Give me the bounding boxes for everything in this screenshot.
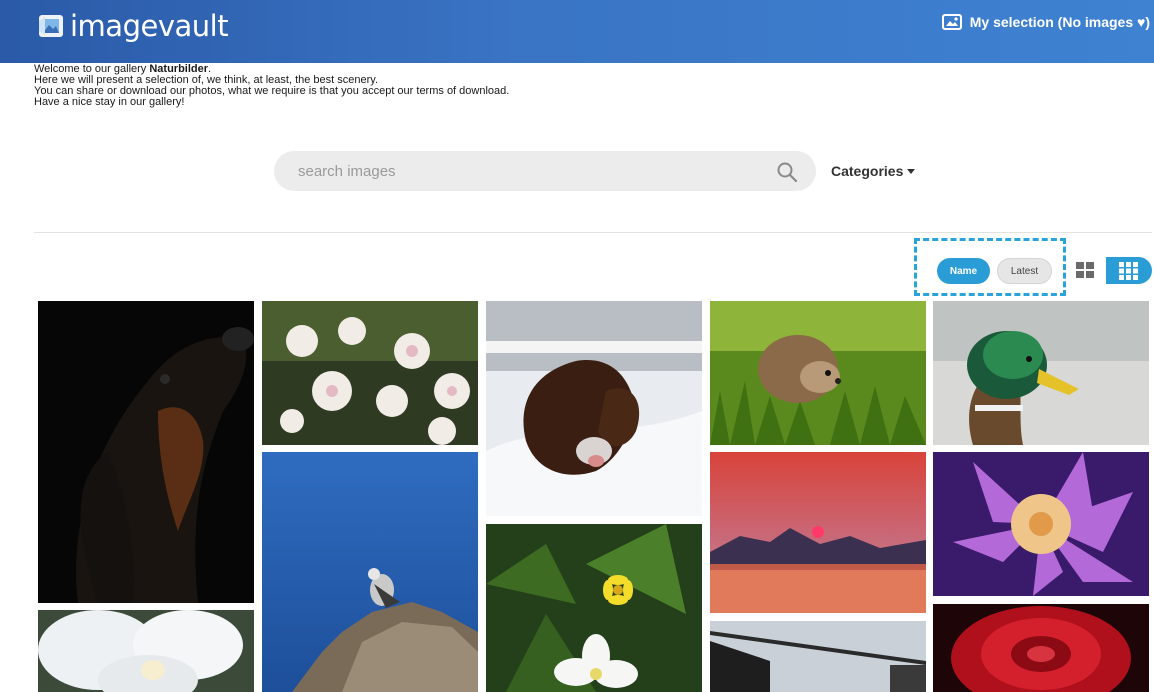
purple-flower-image (933, 452, 1149, 596)
search-input[interactable] (298, 151, 758, 191)
logo-icon (39, 15, 63, 37)
gallery-image-red-rose[interactable] (933, 604, 1149, 692)
gallery-image-purple-flower[interactable] (933, 452, 1149, 596)
sort-name-button[interactable]: Name (937, 258, 990, 284)
imagevault-logo[interactable]: imagevault (36, 6, 229, 46)
categories-label: Categories (831, 163, 904, 179)
gallery-image-spaniel-in-snow[interactable] (486, 301, 702, 516)
hedgehog-in-grass-image (710, 301, 926, 445)
view-toggle (1066, 257, 1152, 284)
small-grid-view-button[interactable] (1106, 257, 1152, 284)
gallery-image-mallard-duck[interactable] (933, 301, 1149, 445)
seagull-on-rock-image (262, 452, 478, 692)
gallery-image-sunset-over-lake[interactable] (710, 452, 926, 613)
top-header: imagevault My selection (No images ♥) (0, 0, 1154, 63)
yellow-and-white-flowers-image (486, 524, 702, 692)
divider (34, 232, 1152, 233)
dog-portrait-image (38, 301, 254, 603)
spaniel-in-snow-image (486, 301, 702, 516)
gallery-image-apple-blossom[interactable] (262, 301, 478, 445)
large-grid-view-button[interactable] (1066, 257, 1106, 284)
gallery-image-dog-portrait[interactable] (38, 301, 254, 603)
chevron-down-icon (907, 168, 916, 174)
categories-dropdown[interactable]: Categories (831, 163, 916, 179)
gallery-image-white-orchid[interactable] (38, 610, 254, 692)
welcome-text: Welcome to our gallery Naturbilder. Here… (34, 64, 509, 108)
mallard-duck-image (933, 301, 1149, 445)
gallery-image-hedgehog-in-grass[interactable] (710, 301, 926, 445)
search-icon[interactable] (776, 161, 798, 183)
welcome-line-4: Have a nice stay in our gallery! (34, 96, 185, 108)
my-selection-label: My selection (No images ♥) (969, 14, 1150, 30)
sunset-over-lake-image (710, 452, 926, 613)
sort-latest-button[interactable]: Latest (997, 258, 1052, 284)
gallery-image-seagull-on-rock[interactable] (262, 452, 478, 692)
red-rose-image (933, 604, 1149, 692)
gallery-image-building-silhouette[interactable] (710, 621, 926, 692)
logo-text: imagevault (70, 9, 229, 43)
search-bar (274, 151, 816, 191)
apple-blossom-image (262, 301, 478, 445)
gallery-image-yellow-and-white-flowers[interactable] (486, 524, 702, 692)
small-grid-icon (1119, 262, 1138, 280)
building-silhouette-image (710, 621, 926, 692)
my-selection-link[interactable]: My selection (No images ♥) (941, 14, 1150, 30)
large-grid-icon (1076, 262, 1094, 278)
white-orchid-image (38, 610, 254, 692)
picture-frame-icon (941, 14, 962, 30)
